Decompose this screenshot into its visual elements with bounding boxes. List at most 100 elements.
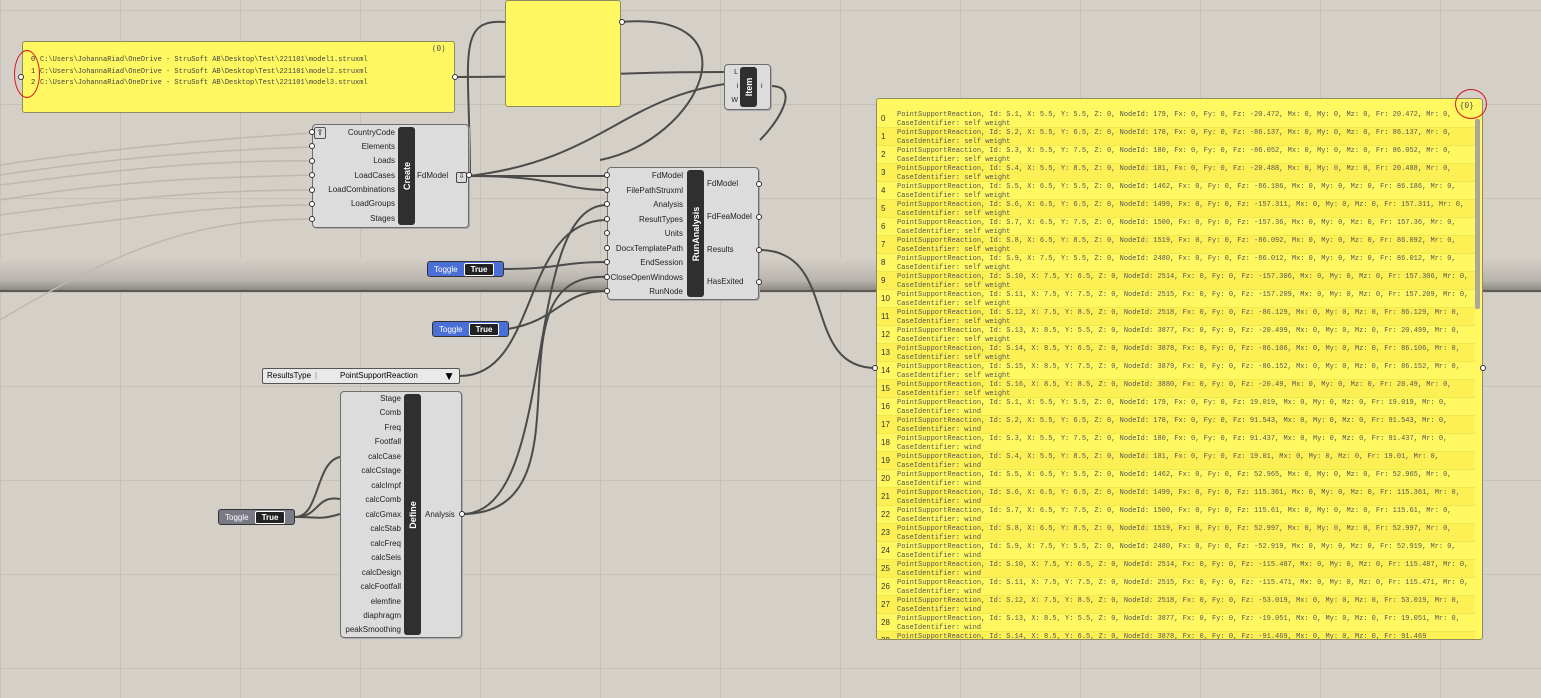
result-row-text: PointSupportReaction, Id: S.11, X: 7.5, …: [897, 291, 1469, 308]
grip[interactable]: [466, 172, 472, 178]
result-row-text: PointSupportReaction, Id: S.5, X: 6.5, Y…: [897, 471, 1452, 488]
define-input-calccase[interactable]: calcCase: [341, 450, 401, 464]
grip[interactable]: [756, 214, 762, 220]
toggle-runnode[interactable]: Toggle True: [432, 321, 509, 337]
define-input-elemfine[interactable]: elemfine: [341, 595, 401, 609]
value-list-selected[interactable]: PointSupportReaction: [340, 371, 418, 380]
toggle-value[interactable]: True: [463, 262, 495, 276]
results-panel-input-grip[interactable]: [872, 365, 878, 371]
top-yellow-panel-output-grip[interactable]: [619, 19, 625, 25]
run-input-closeopenwindows[interactable]: CloseOpenWindows: [608, 271, 683, 285]
run-input-analysis[interactable]: Analysis: [608, 198, 683, 212]
grip[interactable]: [604, 274, 610, 280]
grip[interactable]: [756, 181, 762, 187]
define-input-calcdesign[interactable]: calcDesign: [341, 566, 401, 580]
result-row-index: 13: [881, 348, 890, 357]
runanalysis-component[interactable]: FdModel FilePathStruxml Analysis ResultT…: [607, 167, 759, 300]
define-input-comb[interactable]: Comb: [341, 406, 401, 420]
grip[interactable]: [604, 230, 610, 236]
define-component[interactable]: Stage Comb Freq Footfall calcCase calcCs…: [340, 391, 462, 638]
results-panel-output-grip[interactable]: [1480, 365, 1486, 371]
grasshopper-canvas[interactable]: (0) 0 C:\Users\JohannaRiad\OneDrive - Str…: [0, 0, 1541, 698]
toggle-value[interactable]: True: [468, 322, 500, 336]
grip[interactable]: [604, 259, 610, 265]
run-input-units[interactable]: Units: [608, 227, 683, 241]
grip[interactable]: [309, 216, 315, 222]
grip[interactable]: [604, 288, 610, 294]
grip[interactable]: [309, 172, 315, 178]
run-output-results[interactable]: Results: [707, 243, 734, 257]
run-input-docxtemplatepath[interactable]: DocxTemplatePath: [608, 242, 683, 256]
grip[interactable]: [309, 129, 315, 135]
grip[interactable]: [309, 201, 315, 207]
define-input-calccstage[interactable]: calcCstage: [341, 464, 401, 478]
define-input-calcimpf[interactable]: calcImpf: [341, 479, 401, 493]
run-input-filepathstruxml[interactable]: FilePathStruxml: [608, 184, 683, 198]
result-row: 0 PointSupportReaction, Id: S.1, X: 5.5, …: [877, 110, 1475, 128]
results-scrollbar[interactable]: [1475, 119, 1480, 309]
define-input-calcfreq[interactable]: calcFreq: [341, 537, 401, 551]
toggle-endsession[interactable]: Toggle True: [427, 261, 504, 277]
result-row-index: 5: [881, 204, 886, 213]
item-core[interactable]: Item: [740, 67, 757, 107]
define-input-calccomb[interactable]: calcComb: [341, 493, 401, 507]
define-input-diaphragm[interactable]: diaphragm: [341, 609, 401, 623]
run-output-hasexited[interactable]: HasExited: [707, 275, 743, 289]
grip[interactable]: [604, 216, 610, 222]
grip[interactable]: [309, 143, 315, 149]
item-component[interactable]: L i W Item i: [724, 64, 771, 110]
item-input-wrap[interactable]: W: [728, 94, 738, 108]
create-input-loadgroups[interactable]: LoadGroups: [323, 197, 395, 211]
create-input-loads[interactable]: Loads: [323, 154, 395, 168]
create-output-fdmodel[interactable]: FdModel: [417, 169, 448, 183]
run-input-runnode[interactable]: RunNode: [608, 285, 683, 299]
define-input-calcfootfall[interactable]: calcFootfall: [341, 580, 401, 594]
run-input-resulttypes[interactable]: ResultTypes: [608, 213, 683, 227]
item-input-index[interactable]: i: [728, 80, 738, 94]
define-input-freq[interactable]: Freq: [341, 421, 401, 435]
define-input-calcseis[interactable]: calcSeis: [341, 551, 401, 565]
define-label: Define: [407, 500, 418, 529]
create-core[interactable]: Create: [398, 127, 415, 225]
create-component[interactable]: ⇪ CountryCode Elements Loads LoadCases L…: [312, 124, 469, 228]
path-panel-output-grip[interactable]: [452, 74, 458, 80]
create-input-loadcases[interactable]: LoadCases: [323, 169, 395, 183]
top-yellow-panel[interactable]: [505, 0, 621, 107]
item-output[interactable]: i: [761, 80, 763, 94]
run-output-fdfeamodel[interactable]: FdFeaModel: [707, 210, 752, 224]
result-row-index: 28: [881, 618, 890, 627]
grip[interactable]: [756, 247, 762, 253]
value-list-name: ResultsType: [267, 371, 312, 380]
define-input-stage[interactable]: Stage: [341, 392, 401, 406]
define-input-calcstab[interactable]: calcStab: [341, 522, 401, 536]
toggle-define[interactable]: Toggle True: [218, 509, 295, 525]
define-input-footfall[interactable]: Footfall: [341, 435, 401, 449]
grip[interactable]: [309, 158, 315, 164]
results-panel[interactable]: {0} 0 PointSupportReaction, Id: S.1, X: 5…: [876, 98, 1483, 640]
define-input-calcgmax[interactable]: calcGmax: [341, 508, 401, 522]
create-input-elements[interactable]: Elements: [323, 140, 395, 154]
grip[interactable]: [756, 279, 762, 285]
create-input-countrycode[interactable]: CountryCode: [323, 126, 395, 140]
define-core[interactable]: Define: [404, 394, 421, 635]
dropdown-arrow-icon[interactable]: ▼: [443, 369, 455, 383]
run-output-fdmodel[interactable]: FdModel: [707, 177, 738, 191]
grip[interactable]: [459, 511, 465, 517]
define-output-analysis[interactable]: Analysis: [425, 508, 455, 522]
grip[interactable]: [604, 245, 610, 251]
grip[interactable]: [309, 187, 315, 193]
file-path-panel[interactable]: (0) 0 C:\Users\JohannaRiad\OneDrive - Str…: [22, 41, 455, 113]
result-row-index: 11: [881, 312, 890, 321]
create-input-stages[interactable]: Stages: [323, 212, 395, 226]
item-input-list[interactable]: L: [728, 66, 738, 80]
results-type-value-list[interactable]: ResultsType | PointSupportReaction ▼: [262, 368, 460, 384]
runanalysis-core[interactable]: RunAnalysis: [687, 170, 704, 297]
grip[interactable]: [604, 187, 610, 193]
toggle-value[interactable]: True: [254, 510, 286, 524]
create-input-loadcombinations[interactable]: LoadCombinations: [313, 183, 395, 197]
run-input-endsession[interactable]: EndSession: [608, 256, 683, 270]
define-input-peaksmoothing[interactable]: peakSmoothing: [341, 623, 401, 637]
grip[interactable]: [604, 201, 610, 207]
run-input-fdmodel[interactable]: FdModel: [608, 169, 683, 183]
grip[interactable]: [604, 172, 610, 178]
